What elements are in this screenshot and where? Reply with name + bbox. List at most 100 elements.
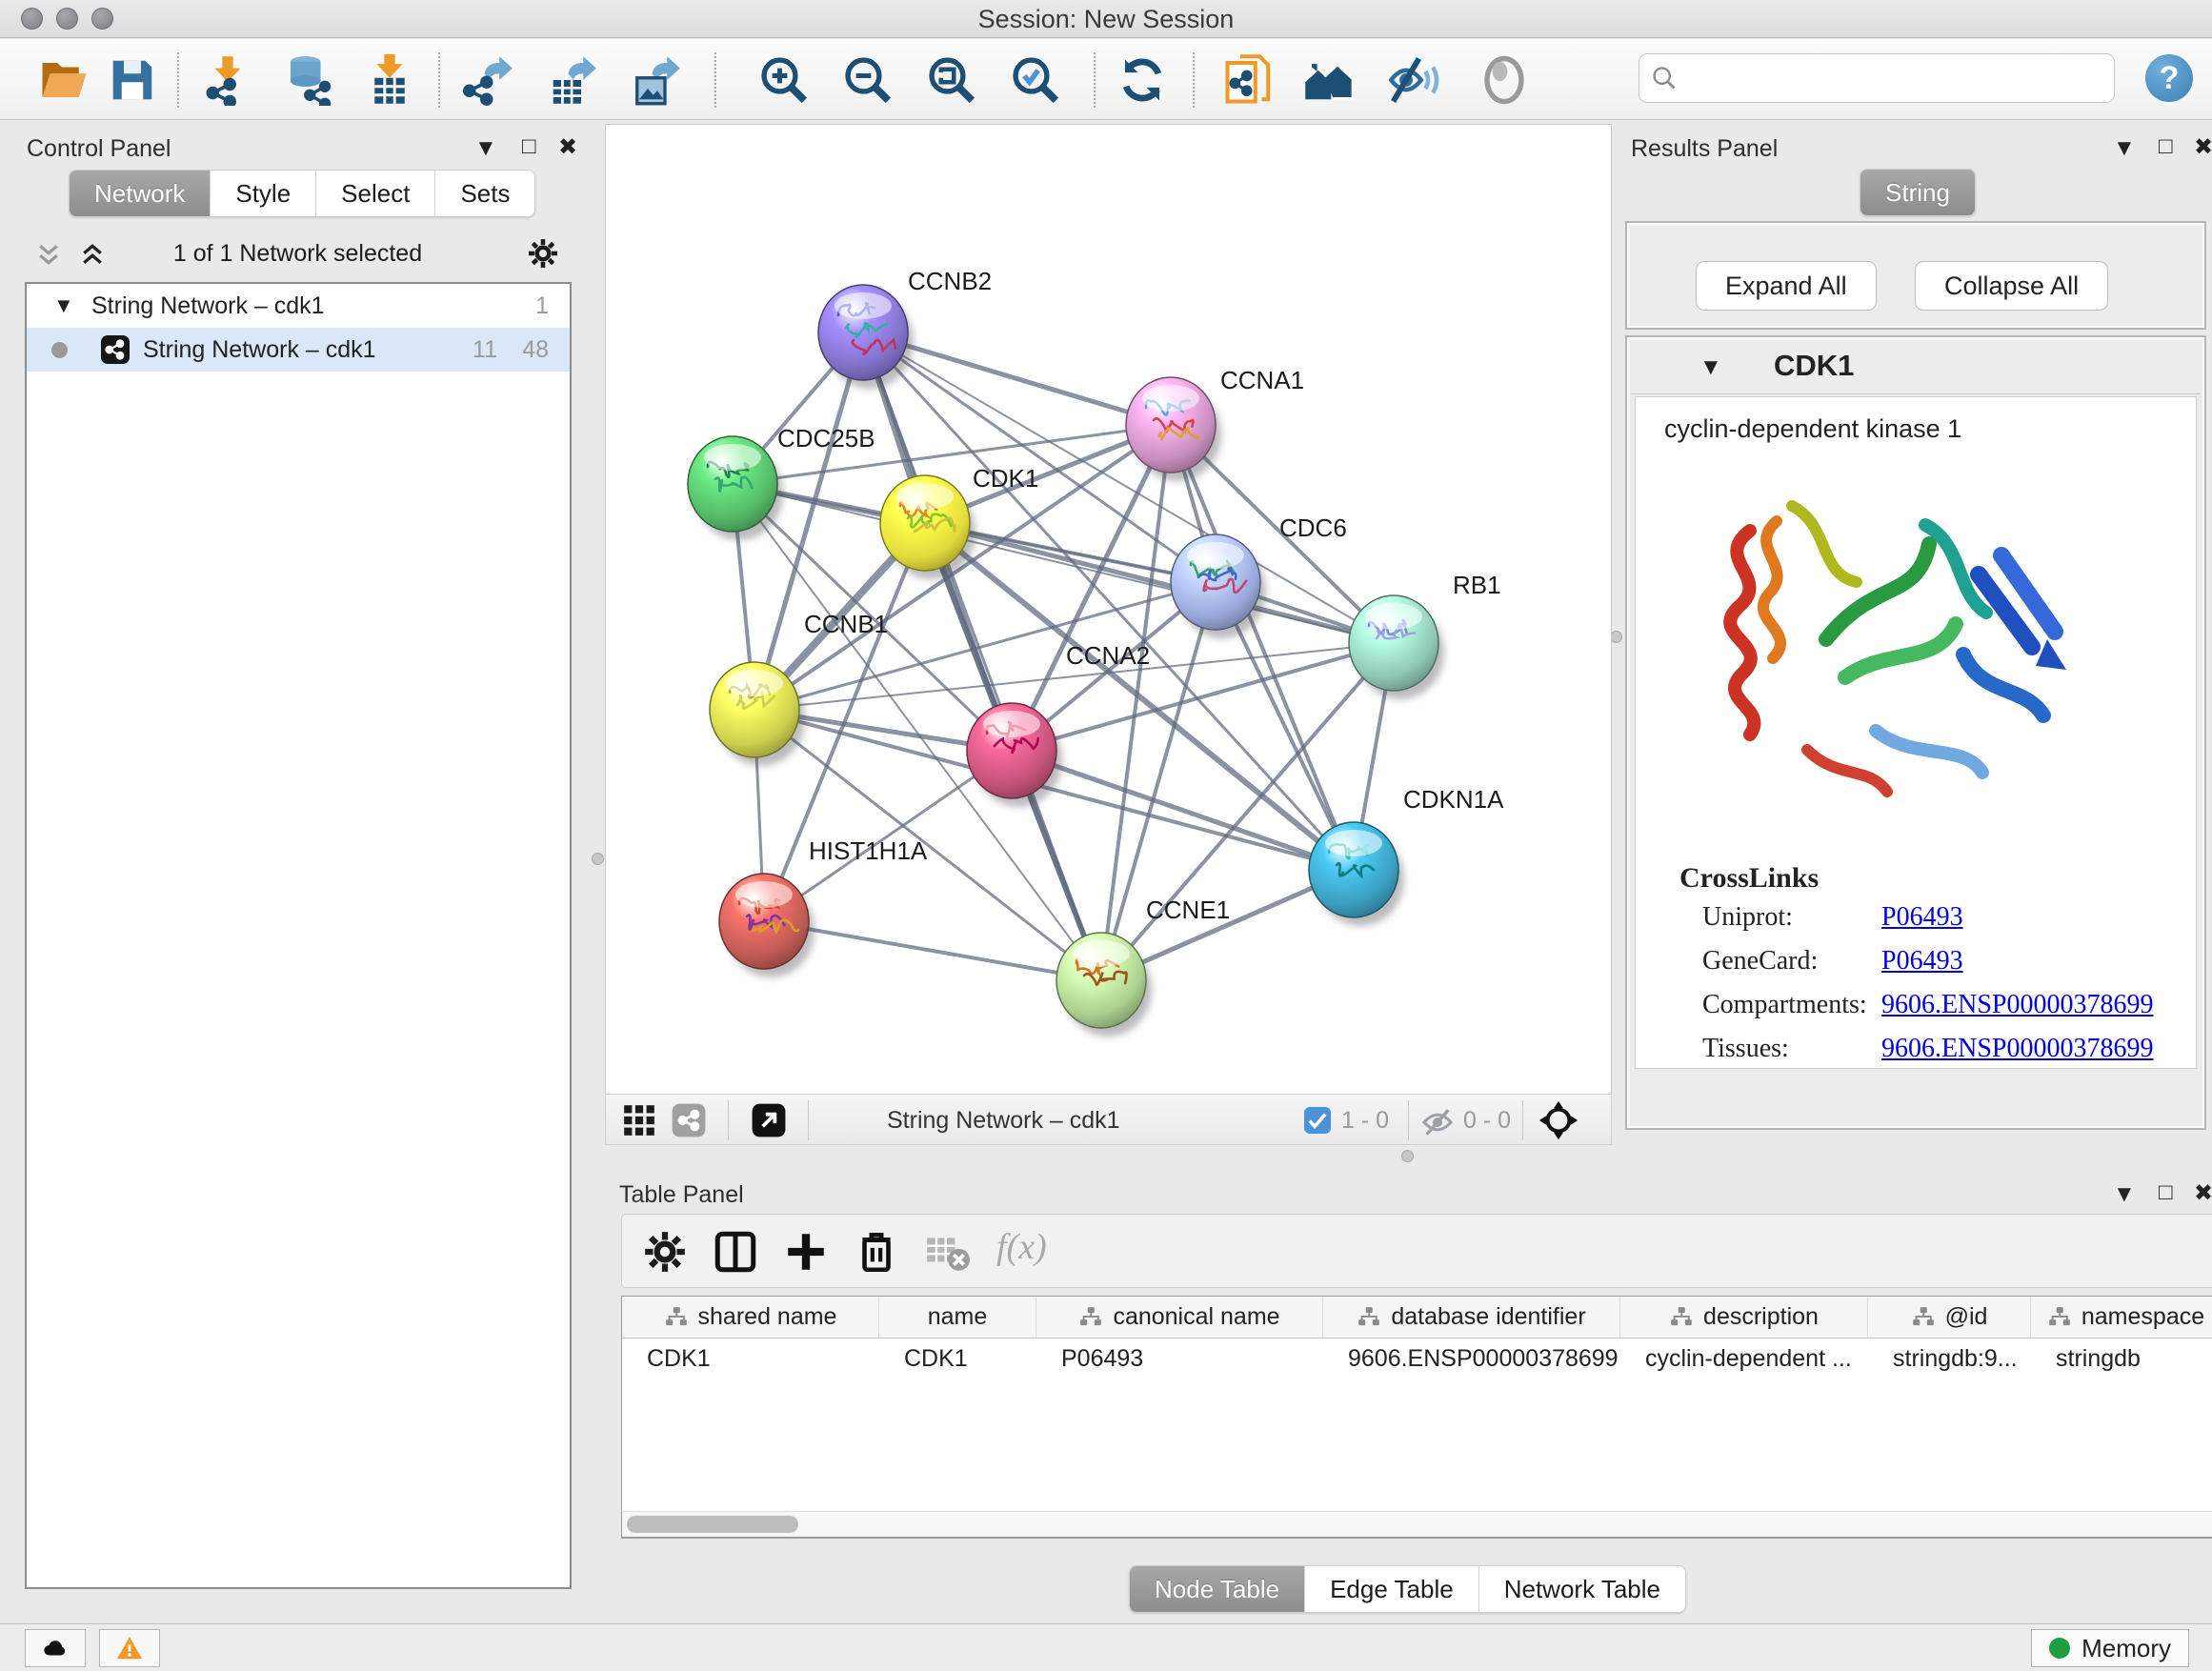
- node-CDKN1A[interactable]: [1309, 822, 1404, 926]
- scrollbar-thumb[interactable]: [627, 1516, 798, 1533]
- cloud-status-icon[interactable]: [25, 1629, 86, 1667]
- import-table-icon[interactable]: [364, 54, 415, 106]
- gene-section-header[interactable]: ▼ CDK1: [1631, 341, 2201, 394]
- export-network-icon[interactable]: [463, 54, 514, 106]
- tab-network[interactable]: Network: [70, 171, 211, 216]
- render-preview-icon[interactable]: [1478, 54, 1530, 106]
- expand-all-button[interactable]: Expand All: [1696, 261, 1877, 311]
- table-cell[interactable]: stringdb: [2031, 1339, 2212, 1379]
- network-collection-row[interactable]: ▼ String Network – cdk1 1: [27, 284, 570, 328]
- table-settings-gear-icon[interactable]: [641, 1228, 689, 1276]
- export-table-icon[interactable]: [547, 54, 598, 106]
- tab-style[interactable]: Style: [211, 171, 316, 216]
- gene-details: cyclin-dependent kinase 1 CrossLinks Uni…: [1635, 396, 2197, 1069]
- tab-select[interactable]: Select: [316, 171, 435, 216]
- tab-network-table[interactable]: Network Table: [1479, 1566, 1685, 1612]
- column-header-name[interactable]: name: [879, 1297, 1036, 1338]
- edge-RB1-CCNE1[interactable]: [1101, 643, 1394, 980]
- add-column-icon[interactable]: [782, 1228, 830, 1276]
- table-panel-menu-icon[interactable]: ▼: [2113, 1181, 2136, 1208]
- node-CCNB2[interactable]: [818, 285, 914, 389]
- search-input[interactable]: [1685, 64, 2114, 93]
- memory-button[interactable]: Memory: [2031, 1629, 2189, 1667]
- share-document-icon[interactable]: [1223, 54, 1275, 106]
- zoom-selected-icon[interactable]: [1010, 54, 1061, 106]
- node-CDK1[interactable]: [880, 475, 975, 579]
- node-HIST1H1A[interactable]: [719, 874, 814, 977]
- minimize-window-button[interactable]: [56, 8, 78, 30]
- column-header-description[interactable]: description: [1620, 1297, 1868, 1338]
- table-panel-close-icon[interactable]: ✖: [2194, 1179, 2212, 1207]
- crosslink-link[interactable]: 9606.ENSP00000378699: [1881, 1034, 2153, 1064]
- node-CDC25B[interactable]: [688, 436, 783, 540]
- import-network-icon[interactable]: [202, 54, 253, 106]
- zoom-window-button[interactable]: [91, 8, 113, 30]
- save-session-icon[interactable]: [107, 54, 158, 106]
- node-CDC6[interactable]: [1171, 534, 1266, 638]
- node-RB1[interactable]: [1349, 595, 1444, 699]
- zoom-fit-icon[interactable]: [926, 54, 977, 106]
- horizontal-splitter-handle[interactable]: [1401, 1150, 1414, 1162]
- results-panel-float-icon[interactable]: □: [2159, 133, 2173, 160]
- column-header-shared-name[interactable]: shared name: [622, 1297, 879, 1338]
- column-header--id[interactable]: @id: [1868, 1297, 2031, 1338]
- zoom-out-icon[interactable]: [842, 54, 894, 106]
- edge-CCNA2-CDKN1A[interactable]: [1012, 751, 1354, 870]
- warning-icon[interactable]: [99, 1629, 160, 1667]
- tab-edge-table[interactable]: Edge Table: [1305, 1566, 1479, 1612]
- apply-layout-icon[interactable]: [1116, 54, 1168, 106]
- network-graph[interactable]: CCNB2CCNA1CDC25BCDK1CDC6RB1CCNB1CCNA2CDK…: [606, 125, 1611, 1093]
- table-cell[interactable]: P06493: [1036, 1339, 1323, 1379]
- table-horizontal-scrollbar[interactable]: [621, 1511, 2212, 1538]
- tab-node-table[interactable]: Node Table: [1130, 1566, 1305, 1612]
- column-header-database-identifier[interactable]: database identifier: [1323, 1297, 1620, 1338]
- close-window-button[interactable]: [21, 8, 43, 30]
- zoom-in-icon[interactable]: [758, 54, 810, 106]
- table-row[interactable]: CDK1CDK1P064939606.ENSP00000378699cyclin…: [622, 1339, 2212, 1379]
- table-cell[interactable]: CDK1: [622, 1339, 879, 1379]
- control-panel-menu-icon[interactable]: ▼: [474, 135, 497, 162]
- table-cell[interactable]: stringdb:9...: [1868, 1339, 2031, 1379]
- edge-CCNB2-CDKN1A[interactable]: [863, 332, 1354, 870]
- results-panel-menu-icon[interactable]: ▼: [2113, 135, 2136, 162]
- export-image-icon[interactable]: [631, 54, 682, 106]
- control-panel-close-icon[interactable]: ✖: [558, 133, 577, 161]
- table-cell[interactable]: 9606.ENSP00000378699: [1323, 1339, 1620, 1379]
- tab-sets[interactable]: Sets: [435, 171, 534, 216]
- collection-expander-icon[interactable]: ▼: [53, 293, 74, 318]
- edge-HIST1H1A-CCNE1[interactable]: [764, 921, 1101, 980]
- network-canvas[interactable]: CCNB2CCNA1CDC25BCDK1CDC6RB1CCNB1CCNA2CDK…: [605, 124, 1612, 1094]
- open-file-icon[interactable]: [38, 54, 90, 106]
- node-CCNB1[interactable]: [710, 662, 805, 766]
- crosshair-icon[interactable]: [1538, 1099, 1579, 1141]
- column-header-canonical-name[interactable]: canonical name: [1036, 1297, 1323, 1338]
- network-list-view-icon[interactable]: [671, 1102, 707, 1138]
- left-splitter-handle[interactable]: [592, 853, 604, 865]
- crosslink-link[interactable]: 9606.ENSP00000378699: [1881, 990, 2153, 1020]
- node-CCNA1[interactable]: [1126, 377, 1221, 481]
- crosslink-link[interactable]: P06493: [1881, 946, 1963, 976]
- import-network-database-icon[interactable]: [282, 54, 333, 106]
- node-CCNE1[interactable]: [1056, 933, 1152, 1037]
- gene-expander-icon[interactable]: ▼: [1699, 354, 1722, 381]
- results-panel-close-icon[interactable]: ✖: [2194, 133, 2212, 161]
- table-panel-float-icon[interactable]: □: [2159, 1179, 2173, 1206]
- detach-view-icon[interactable]: [751, 1102, 787, 1138]
- table-cell[interactable]: cyclin-dependent ...: [1620, 1339, 1868, 1379]
- home-icon[interactable]: [1303, 54, 1355, 106]
- tab-string[interactable]: String: [1860, 170, 1975, 215]
- search-box[interactable]: [1639, 53, 2115, 103]
- hide-graphics-details-icon[interactable]: [1389, 54, 1440, 106]
- show-columns-icon[interactable]: [712, 1228, 759, 1276]
- grid-view-icon[interactable]: [621, 1102, 657, 1138]
- collapse-all-button[interactable]: Collapse All: [1915, 261, 2108, 311]
- gear-icon[interactable]: [526, 236, 560, 277]
- table-cell[interactable]: CDK1: [879, 1339, 1036, 1379]
- help-icon[interactable]: ?: [2145, 54, 2193, 102]
- crosslink-link[interactable]: P06493: [1881, 902, 1963, 933]
- column-header-namespace[interactable]: namespace: [2031, 1297, 2212, 1338]
- control-panel-float-icon[interactable]: □: [522, 133, 536, 160]
- network-row[interactable]: String Network – cdk1 11 48: [27, 328, 570, 372]
- selected-checkbox-icon[interactable]: [1304, 1107, 1331, 1134]
- delete-column-icon[interactable]: [853, 1228, 900, 1276]
